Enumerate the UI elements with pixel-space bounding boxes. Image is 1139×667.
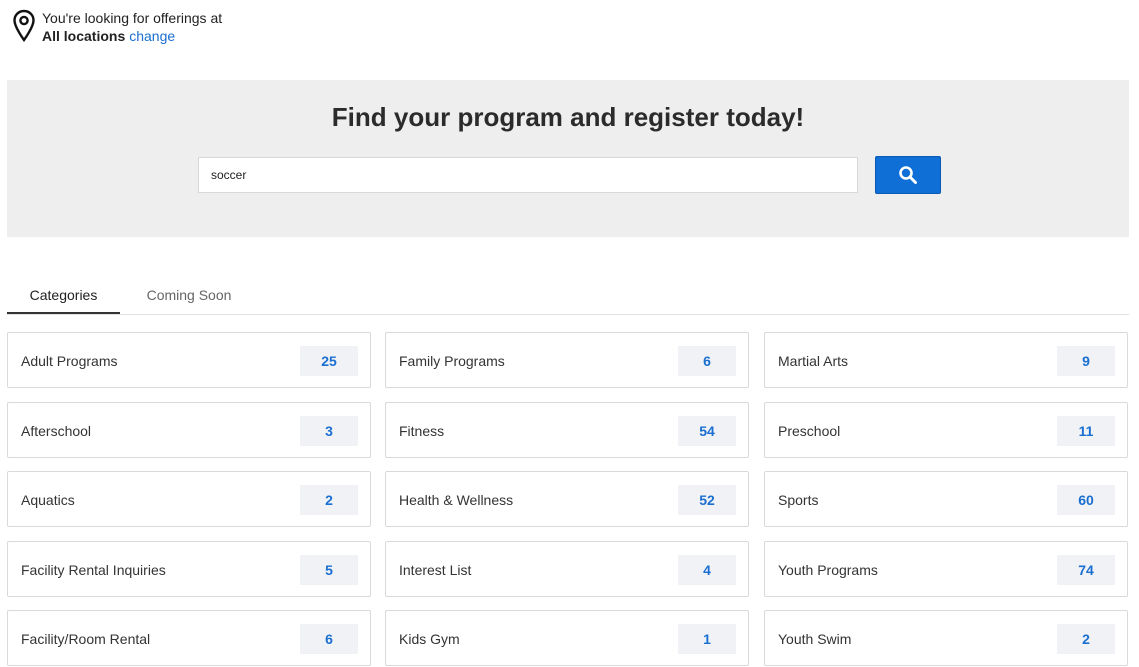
search-icon xyxy=(899,166,917,184)
category-label: Sports xyxy=(778,492,819,508)
location-text: You're looking for offerings at All loca… xyxy=(42,9,222,45)
search-input[interactable] xyxy=(198,157,858,193)
category-count: 2 xyxy=(300,485,358,515)
tab-categories[interactable]: Categories xyxy=(7,278,120,314)
category-count: 60 xyxy=(1057,485,1115,515)
category-count: 2 xyxy=(1057,624,1115,654)
category-label: Preschool xyxy=(778,423,841,439)
tab-coming-soon[interactable]: Coming Soon xyxy=(130,278,248,312)
category-count: 11 xyxy=(1057,416,1115,446)
category-count: 9 xyxy=(1057,346,1115,376)
category-card[interactable]: Youth Programs 74 xyxy=(764,541,1128,597)
category-count: 54 xyxy=(678,416,736,446)
category-count: 3 xyxy=(300,416,358,446)
category-label: Adult Programs xyxy=(21,353,118,369)
category-label: Afterschool xyxy=(21,423,92,439)
category-count: 6 xyxy=(300,624,358,654)
category-count: 6 xyxy=(678,346,736,376)
category-card[interactable]: Facility/Room Rental 6 xyxy=(7,610,371,666)
category-card[interactable]: Facility Rental Inquiries 5 xyxy=(7,541,371,597)
page-title: Find your program and register today! xyxy=(331,102,805,132)
category-label: Kids Gym xyxy=(399,631,460,647)
tab-bar: Categories Coming Soon xyxy=(7,278,1129,315)
category-label: Youth Swim xyxy=(778,631,852,647)
category-card[interactable]: Afterschool 3 xyxy=(7,402,371,458)
category-count: 5 xyxy=(300,555,358,585)
category-label: Health & Wellness xyxy=(399,492,514,508)
category-label: Facility Rental Inquiries xyxy=(21,562,166,578)
category-card[interactable]: Youth Swim 2 xyxy=(764,610,1128,666)
search-hero: Find your program and register today! xyxy=(7,80,1129,237)
category-card[interactable]: Fitness 54 xyxy=(385,402,749,458)
location-selector: You're looking for offerings at All loca… xyxy=(12,9,222,45)
category-count: 1 xyxy=(678,624,736,654)
category-count: 25 xyxy=(300,346,358,376)
category-label: Family Programs xyxy=(399,353,505,369)
category-card[interactable]: Sports 60 xyxy=(764,471,1128,527)
category-card[interactable]: Family Programs 6 xyxy=(385,332,749,388)
category-label: Aquatics xyxy=(21,492,75,508)
category-card[interactable]: Aquatics 2 xyxy=(7,471,371,527)
category-label: Fitness xyxy=(399,423,445,439)
search-button[interactable] xyxy=(875,156,941,194)
category-label: Martial Arts xyxy=(778,353,849,369)
category-label: Facility/Room Rental xyxy=(21,631,151,647)
category-label: Youth Programs xyxy=(778,562,878,578)
category-card[interactable]: Health & Wellness 52 xyxy=(385,471,749,527)
category-card[interactable]: Interest List 4 xyxy=(385,541,749,597)
location-pin-icon xyxy=(13,9,35,43)
category-card[interactable]: Preschool 11 xyxy=(764,402,1128,458)
location-prompt: You're looking for offerings at xyxy=(42,10,223,26)
category-card[interactable]: Adult Programs 25 xyxy=(7,332,371,388)
category-count: 4 xyxy=(678,555,736,585)
category-count: 52 xyxy=(678,485,736,515)
category-card[interactable]: Kids Gym 1 xyxy=(385,610,749,666)
category-count: 74 xyxy=(1057,555,1115,585)
change-location-link[interactable]: change xyxy=(129,28,175,44)
category-label: Interest List xyxy=(399,562,472,578)
location-value: All locations xyxy=(42,28,126,44)
category-card[interactable]: Martial Arts 9 xyxy=(764,332,1128,388)
